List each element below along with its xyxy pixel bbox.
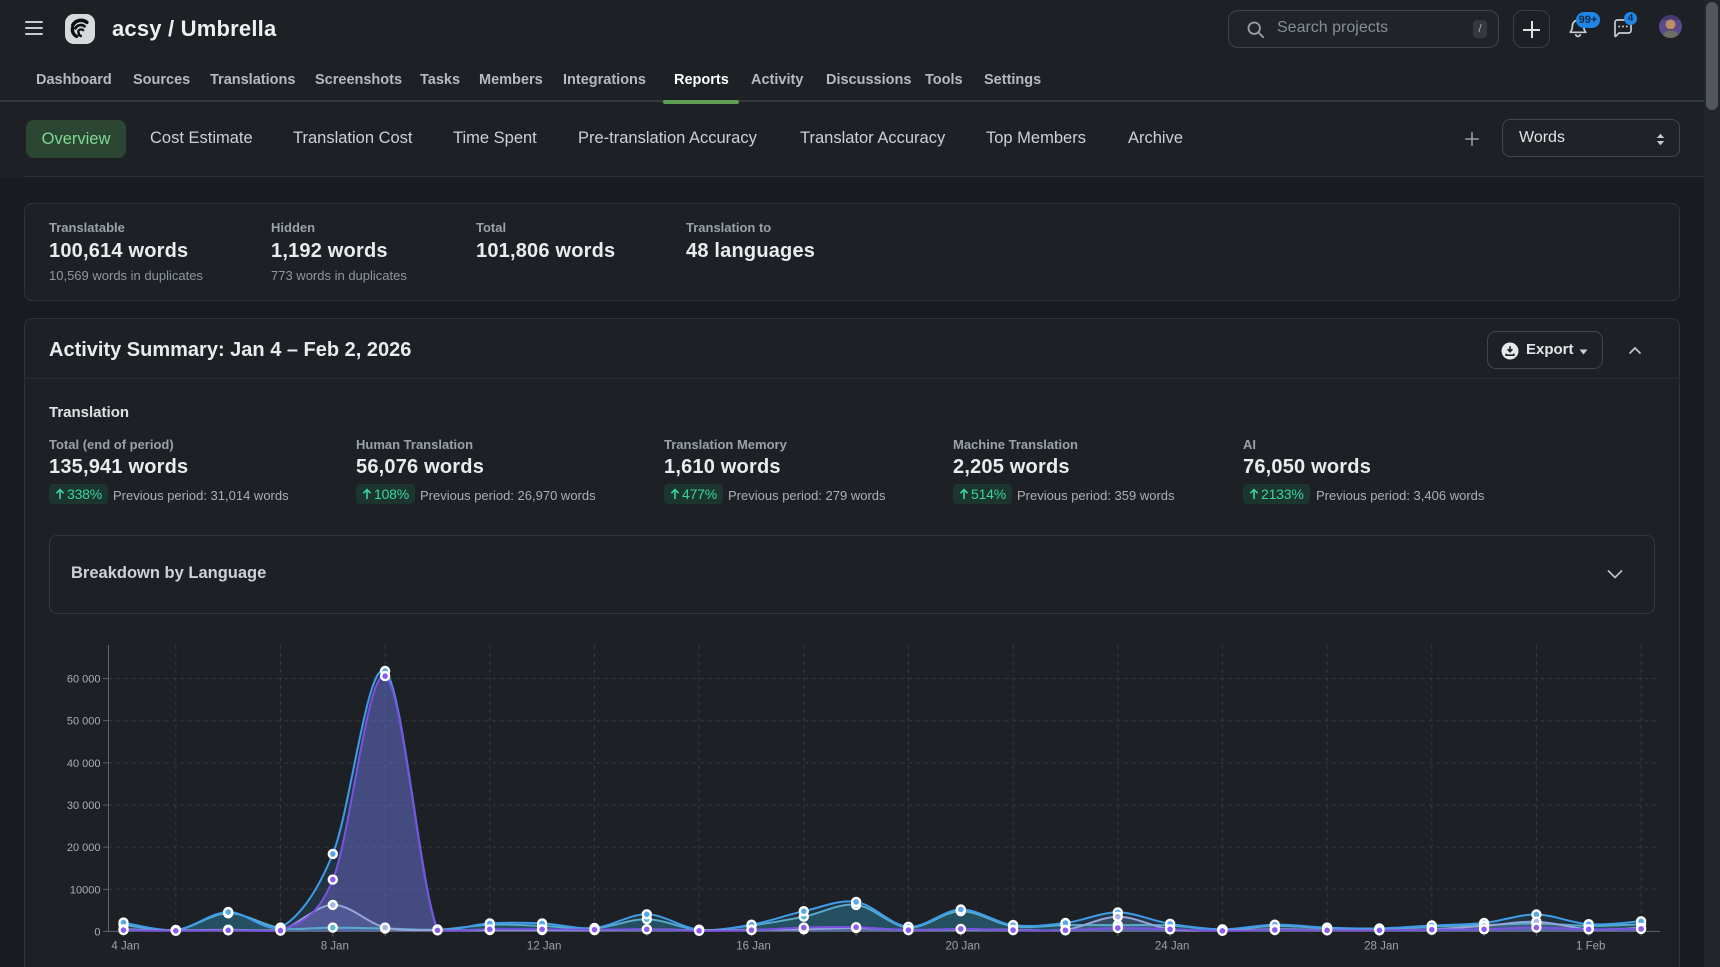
svg-text:1 Feb: 1 Feb (1576, 940, 1605, 952)
svg-text:8 Jan: 8 Jan (321, 940, 349, 952)
svg-text:10000: 10000 (70, 884, 101, 896)
svg-text:20 000: 20 000 (67, 842, 101, 854)
svg-text:24 Jan: 24 Jan (1155, 940, 1190, 952)
svg-text:60 000: 60 000 (67, 674, 101, 686)
svg-text:4 Jan: 4 Jan (111, 940, 139, 952)
svg-text:16 Jan: 16 Jan (736, 940, 771, 952)
svg-text:0: 0 (94, 926, 100, 938)
svg-text:50 000: 50 000 (67, 716, 101, 728)
svg-text:30 000: 30 000 (67, 800, 101, 812)
svg-text:20 Jan: 20 Jan (946, 940, 981, 952)
svg-text:40 000: 40 000 (67, 758, 101, 770)
svg-text:12 Jan: 12 Jan (527, 940, 562, 952)
svg-text:28 Jan: 28 Jan (1364, 940, 1399, 952)
